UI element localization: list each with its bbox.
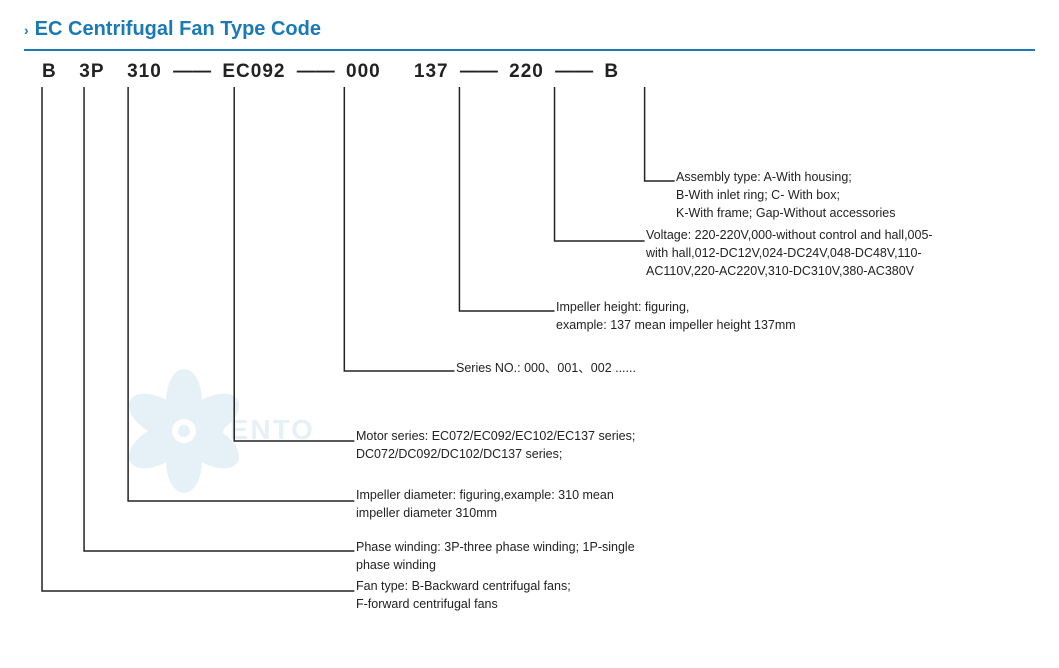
code-dash2: —— (291, 61, 340, 83)
code-000: 000 (346, 61, 381, 83)
code-EC092: EC092 (222, 61, 285, 83)
annotation-voltage: Voltage: 220-220V,000-without control an… (646, 226, 933, 280)
diagram-area: B 3P 310 —— EC092 —— 000 137 —— 220 —— B (24, 61, 1035, 621)
title-chevron-icon: › (24, 22, 29, 38)
page-title: EC Centrifugal Fan Type Code (35, 18, 321, 41)
code-space2 (111, 61, 122, 83)
annotation-series-no: Series NO.: 000、001、002 ...... (456, 359, 636, 377)
annotation-assembly: Assembly type: A-With housing; B-With in… (676, 168, 896, 222)
code-row: B 3P 310 —— EC092 —— 000 137 —— 220 —— B (32, 61, 619, 83)
watermark: VENTO (124, 351, 344, 511)
title-divider (24, 49, 1035, 51)
code-space3 (387, 61, 408, 83)
code-3P: 3P (79, 61, 104, 83)
annotation-phase-winding: Phase winding: 3P-three phase winding; 1… (356, 538, 635, 574)
code-dash3: —— (455, 61, 504, 83)
code-137: 137 (414, 61, 449, 83)
code-310: 310 (127, 61, 162, 83)
annotation-impeller-diameter: Impeller diameter: figuring,example: 310… (356, 486, 614, 522)
code-space1 (63, 61, 74, 83)
connector-lines: .conn-line { stroke: #222; stroke-width:… (24, 61, 1035, 621)
annotation-motor-series: Motor series: EC072/EC092/EC102/EC137 se… (356, 427, 635, 463)
code-dash4: —— (550, 61, 599, 83)
title-row: › EC Centrifugal Fan Type Code (24, 18, 1035, 41)
code-dash1: —— (168, 61, 217, 83)
annotation-fan-type: Fan type: B-Backward centrifugal fans; F… (356, 577, 571, 613)
code-220: 220 (509, 61, 544, 83)
code-B2: B (604, 61, 619, 83)
code-B: B (42, 61, 57, 83)
annotation-impeller-height: Impeller height: figuring, example: 137 … (556, 298, 796, 334)
svg-text:VENTO: VENTO (209, 414, 315, 445)
